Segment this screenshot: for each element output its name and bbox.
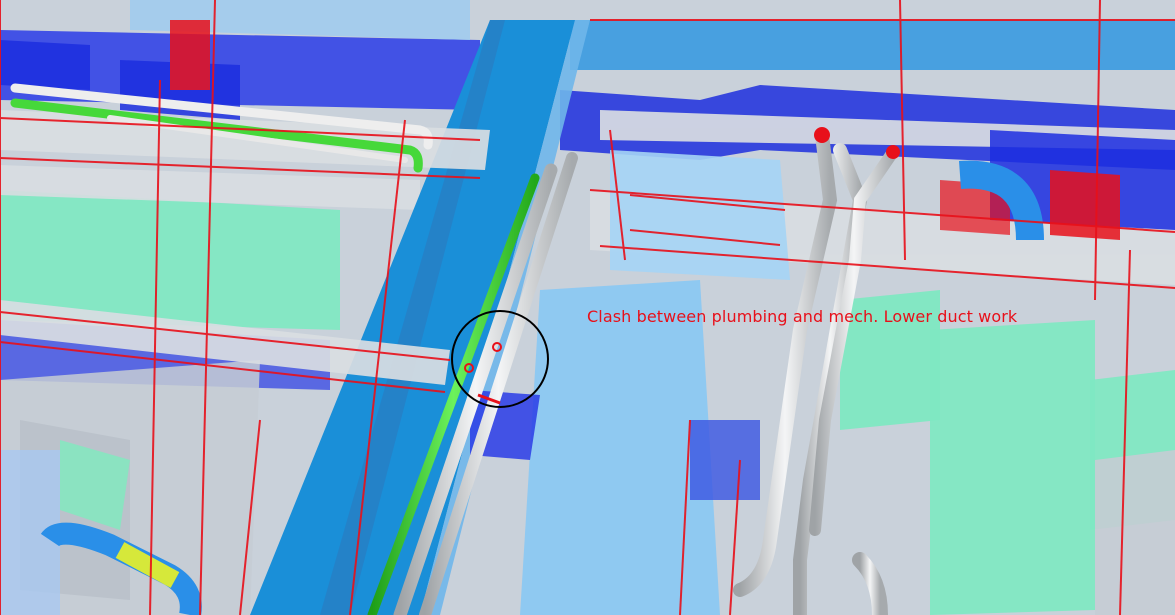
pipe-cap-marker-2 bbox=[886, 145, 900, 159]
3d-model-viewport[interactable]: Clash between plumbing and mech. Lower d… bbox=[0, 0, 1175, 615]
clash-annotation-label: Clash between plumbing and mech. Lower d… bbox=[587, 307, 1018, 326]
pipe-cap-marker bbox=[814, 127, 830, 143]
